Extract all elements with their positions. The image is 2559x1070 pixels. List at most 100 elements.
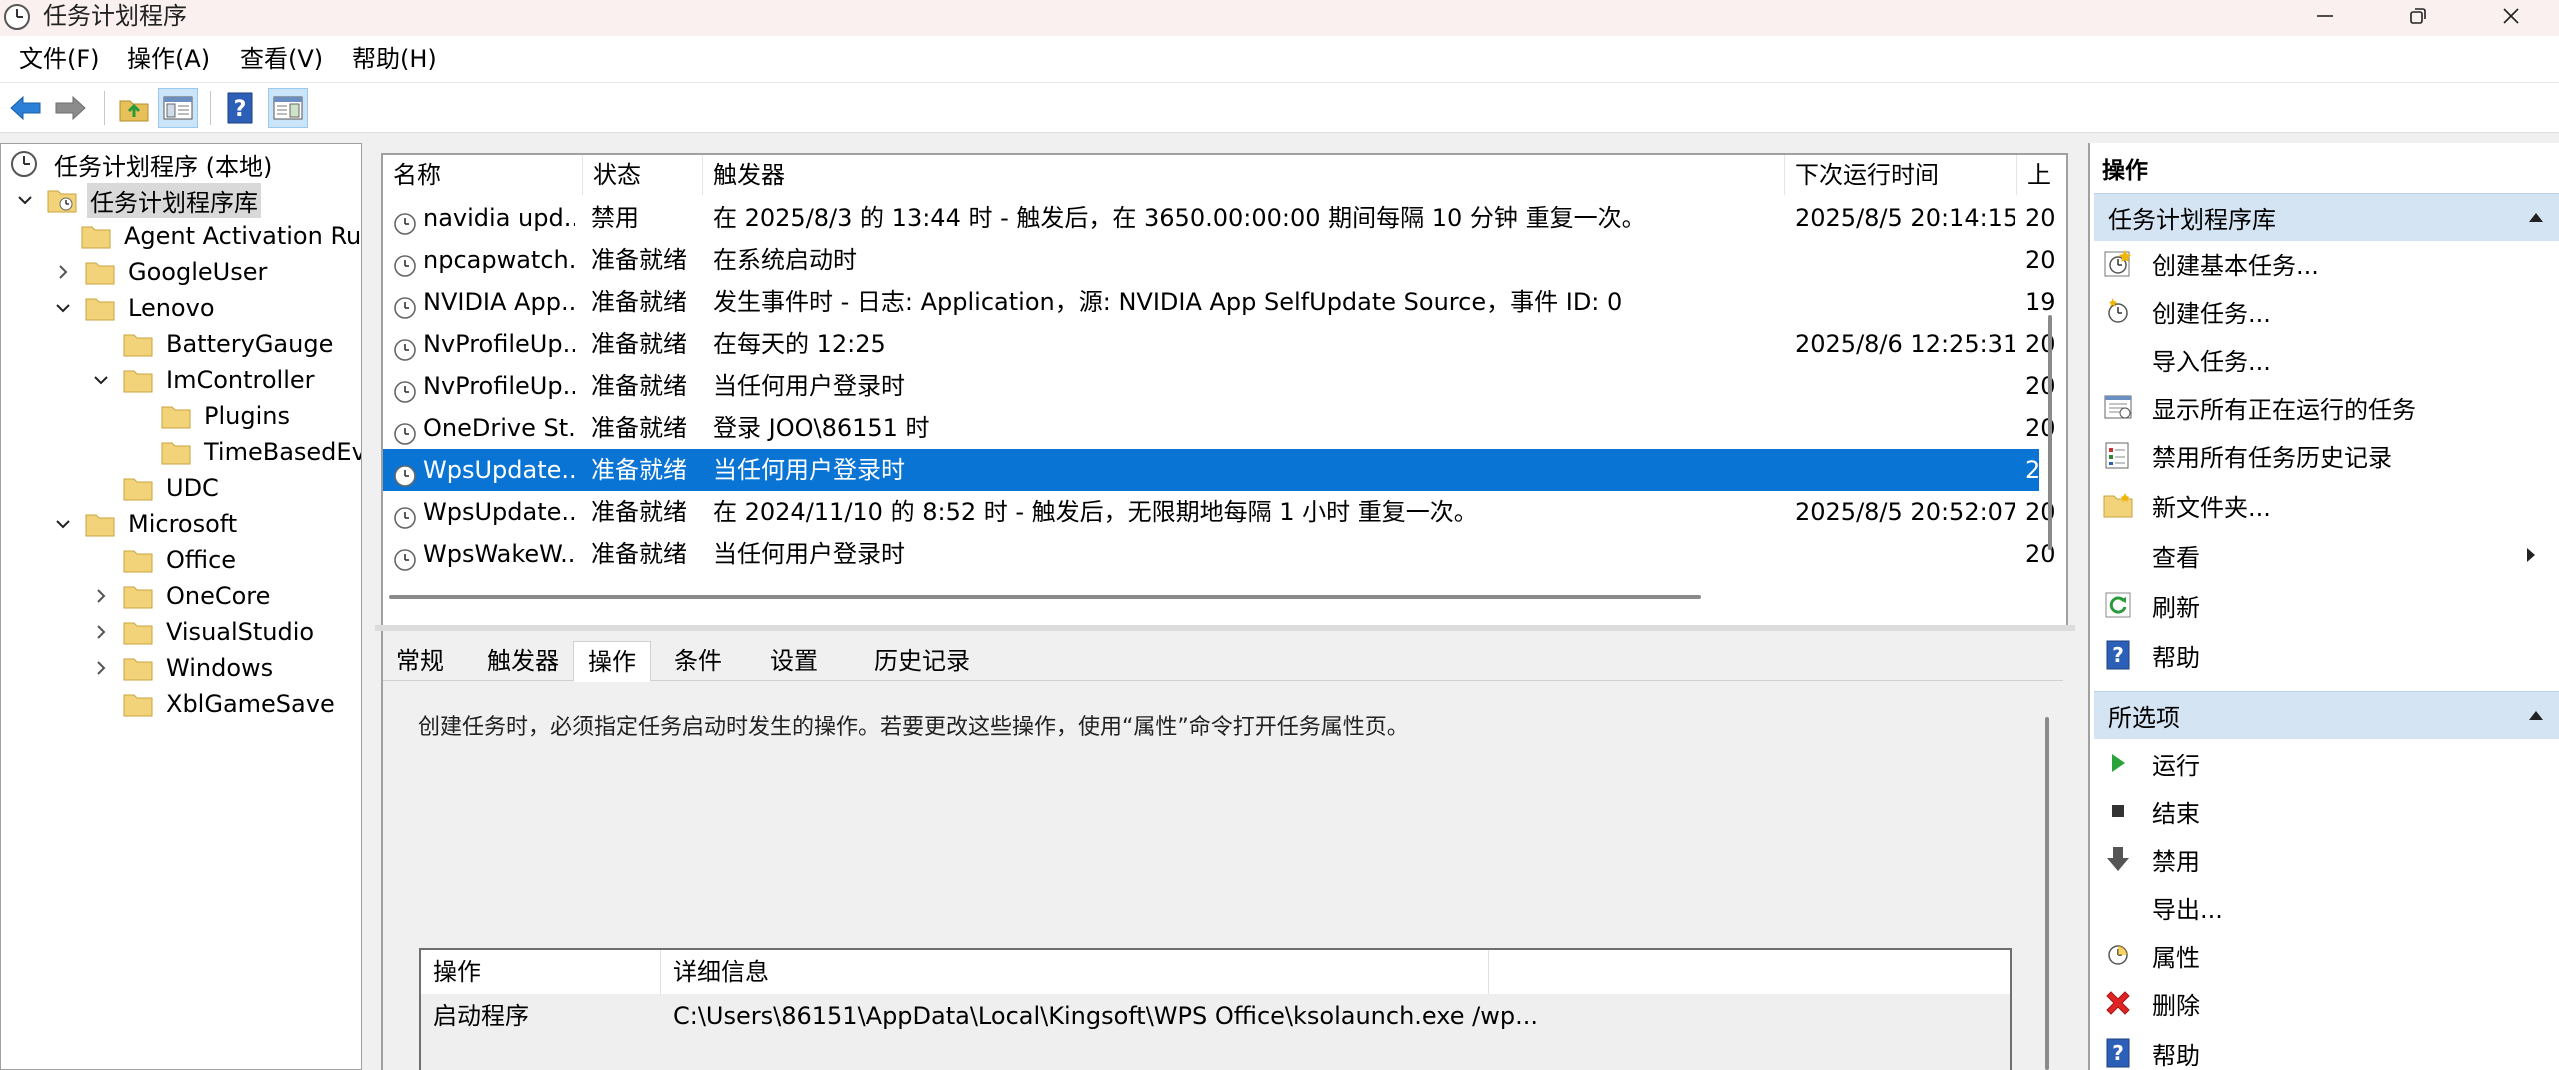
folder-icon [123, 334, 153, 357]
chevron-right-icon[interactable] [91, 658, 111, 678]
toolbar: ? [0, 83, 2559, 133]
column-header-details[interactable]: 详细信息 [661, 950, 1489, 994]
column-header-status[interactable]: 状态 [583, 155, 703, 195]
action-refresh[interactable]: 刷新 [2102, 583, 2200, 627]
task-row[interactable]: npcapwatch... 准备就绪 在系统启动时 20 [383, 239, 2055, 281]
chevron-down-icon[interactable] [53, 298, 73, 318]
chevron-down-icon[interactable] [91, 370, 111, 390]
tab-conditions[interactable]: 条件 [669, 641, 727, 681]
tab-general[interactable]: 常规 [391, 641, 449, 681]
action-create-task[interactable]: 创建任务... [2102, 289, 2271, 333]
restore-button[interactable] [2373, 0, 2463, 32]
tree-item-microsoft[interactable]: Microsoft [53, 507, 240, 541]
task-list-vertical-scrollbar[interactable] [2048, 315, 2052, 550]
action-help[interactable]: ? 帮助 [2102, 633, 2200, 677]
section-header-library[interactable]: 任务计划程序库 [2094, 193, 2559, 241]
task-trigger-cell: 在每天的 12:25 [713, 330, 886, 358]
details-vertical-scrollbar[interactable] [2045, 717, 2049, 1070]
task-row[interactable]: OneDrive St... 准备就绪 登录 JOO\86151 时 20 [383, 407, 2055, 449]
action-properties[interactable]: 属性 [2102, 933, 2200, 977]
action-pane-icon [273, 96, 303, 120]
action-new-folder[interactable]: 新文件夹... [2102, 483, 2271, 527]
tree-item-visualstudio[interactable]: VisualStudio [91, 615, 317, 649]
chevron-right-icon[interactable] [91, 622, 111, 642]
tab-settings[interactable]: 设置 [765, 641, 823, 681]
close-icon [2503, 8, 2519, 24]
tree-item-task-scheduler-local[interactable]: 任务计划程序 (本地) [9, 147, 275, 181]
forward-button[interactable] [50, 88, 90, 128]
tree-item-lenovo[interactable]: Lenovo [53, 291, 218, 325]
action-import-task[interactable]: 导入任务... [2102, 337, 2271, 381]
chevron-right-icon[interactable] [91, 586, 111, 606]
chevron-down-icon[interactable] [15, 190, 35, 210]
tree-item-imcontroller[interactable]: ImController [91, 363, 318, 397]
action-display-running-tasks[interactable]: 显示所有正在运行的任务 [2102, 385, 2416, 429]
tree-item-udc[interactable]: UDC [91, 471, 222, 505]
tree-item-googleuser[interactable]: GoogleUser [53, 255, 270, 289]
minimize-button[interactable] [2280, 0, 2370, 32]
action-delete[interactable]: 删除 [2102, 981, 2200, 1025]
action-export[interactable]: 导出... [2102, 885, 2223, 929]
tree-item-onecore[interactable]: OneCore [91, 579, 273, 613]
details-tabs: 常规 触发器 操作 条件 设置 历史记录 [383, 641, 2063, 682]
actions-description: 创建任务时，必须指定任务启动时发生的操作。若要更改这些操作，使用“属性”命令打开… [418, 715, 1409, 740]
collapse-up-icon[interactable] [2527, 708, 2545, 722]
action-label: 禁用 [2152, 847, 2200, 876]
task-scheduler-clock-icon [4, 4, 30, 30]
action-disable[interactable]: 禁用 [2102, 837, 2200, 881]
task-row[interactable]: NvProfileUp... 准备就绪 在每天的 12:25 2025/8/6 12:… [383, 323, 2055, 365]
blank-icon [2102, 539, 2134, 571]
task-row[interactable]: NvProfileUp... 准备就绪 当任何用户登录时 20 [383, 365, 2055, 407]
menu-help[interactable]: 帮助(H) [352, 36, 437, 83]
tree-item-plugins[interactable]: Plugins [129, 399, 293, 433]
tab-triggers[interactable]: 触发器 [483, 641, 563, 681]
help-toolbar-button[interactable]: ? [220, 88, 260, 128]
tab-history[interactable]: 历史记录 [867, 641, 977, 681]
close-button[interactable] [2466, 0, 2556, 32]
menu-file[interactable]: 文件(F) [19, 36, 100, 83]
column-header-action[interactable]: 操作 [421, 950, 661, 994]
tree-item-office[interactable]: Office [91, 543, 239, 577]
chevron-right-icon[interactable] [53, 262, 73, 282]
tree-item-timebasedevents[interactable]: TimeBasedEvents [129, 435, 361, 469]
column-header-last-run-time[interactable]: 上 [2017, 155, 2057, 195]
show-hide-action-pane-button[interactable] [268, 88, 308, 128]
menu-action[interactable]: 操作(A) [127, 36, 210, 83]
actions-pane: 操作 任务计划程序库 创建基本任务... 创建任务... 导入任务... 显示所… [2088, 143, 2559, 1070]
action-end[interactable]: 结束 [2102, 789, 2200, 833]
column-header-name[interactable]: 名称 [383, 155, 583, 195]
collapse-up-icon[interactable] [2527, 210, 2545, 224]
folder-up-icon [119, 100, 149, 122]
tree-item-batterygauge[interactable]: BatteryGauge [91, 327, 336, 361]
task-row[interactable]: WpsWakeW... 准备就绪 当任何用户登录时 20 [383, 533, 2055, 575]
chevron-down-icon[interactable] [53, 514, 73, 534]
task-clock-icon [393, 291, 417, 319]
task-row[interactable]: WpsUpdate... 准备就绪在 2024/11/10 的 8:52 时 - … [383, 491, 2055, 533]
action-disable-all-history[interactable]: 禁用所有任务历史记录 [2102, 433, 2392, 477]
tab-actions[interactable]: 操作 [573, 641, 651, 682]
task-row[interactable]: WpsUpdate... 准备就绪 当任何用户登录时 20 [383, 449, 2055, 491]
back-button[interactable] [6, 88, 46, 128]
up-folder-button[interactable] [114, 88, 154, 128]
menu-view[interactable]: 查看(V) [240, 36, 323, 83]
show-hide-console-tree-button[interactable] [158, 88, 198, 128]
table-row[interactable]: 启动程序 C:\Users\86151\AppData\Local\Kingso… [421, 994, 2010, 1070]
tree-item-agent-activation-runtime[interactable]: Agent Activation Runtime [49, 219, 361, 253]
task-list-horizontal-scrollbar[interactable] [389, 595, 1701, 599]
task-row[interactable]: NVIDIA App... 准备就绪 发生事件时 - 日志: Application… [383, 281, 2055, 323]
column-header-triggers[interactable]: 触发器 [703, 155, 1785, 195]
action-help-selected[interactable]: ? 帮助 [2102, 1031, 2200, 1070]
action-view-submenu[interactable]: 查看 [2102, 533, 2549, 577]
tree-item-windows[interactable]: Windows [91, 651, 276, 685]
tree-item-xblgamesave[interactable]: XblGameSave [91, 687, 338, 721]
task-row[interactable]: navidia upd... 禁用 在 2025/8/3 的 13:44 时 - 触… [383, 197, 2055, 239]
action-run[interactable]: 运行 [2102, 741, 2200, 785]
disable-icon [2102, 843, 2134, 875]
action-label: 显示所有正在运行的任务 [2152, 395, 2416, 424]
section-header-selected-item[interactable]: 所选项 [2094, 691, 2559, 739]
action-create-basic-task[interactable]: 创建基本任务... [2102, 241, 2319, 285]
actions-table: 操作 详细信息 启动程序 C:\Users\86151\AppData\Loca… [419, 948, 2012, 1070]
column-header-next-run-time[interactable]: 下次运行时间 [1785, 155, 2017, 195]
task-status-cell: 准备就绪 [591, 372, 687, 400]
tree-item-task-scheduler-library[interactable]: 任务计划程序库 [15, 182, 261, 218]
